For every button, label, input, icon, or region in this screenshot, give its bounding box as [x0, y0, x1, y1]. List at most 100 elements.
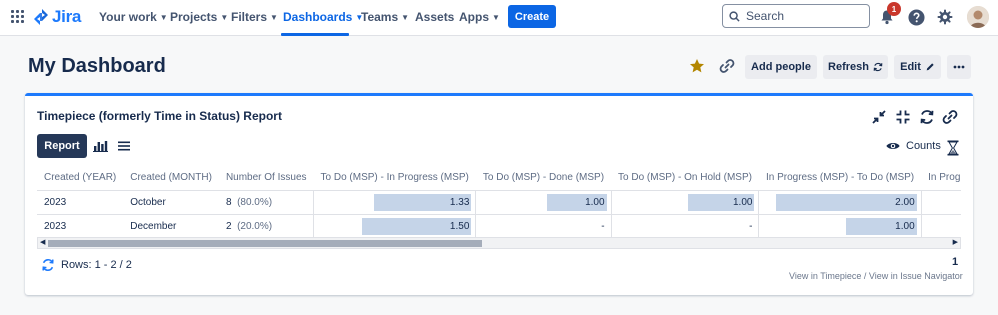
search-icon [729, 10, 740, 22]
star-icon[interactable] [689, 58, 705, 74]
column-header[interactable]: To Do (MSP) - In Progress (MSP) [313, 166, 476, 191]
jira-logo-icon [34, 9, 48, 25]
issue-count: 8 [225, 196, 232, 208]
duration-cell[interactable] [920, 190, 961, 215]
search-input[interactable] [746, 9, 856, 23]
year-cell: 2023 [37, 214, 124, 239]
minimize-icon[interactable] [871, 109, 887, 125]
year-cell: 2023 [37, 190, 124, 215]
duration-cell[interactable]: 1.00 [475, 190, 612, 215]
nav-filters[interactable]: Filters ▼ [231, 10, 278, 24]
list-view-button[interactable] [113, 134, 135, 158]
more-options-button[interactable] [947, 55, 971, 79]
nav-apps-label: Apps [459, 10, 489, 24]
gadget-refresh-icon[interactable] [919, 109, 935, 125]
nav-teams-label: Teams [361, 10, 399, 24]
chevron-down-icon: ▼ [270, 13, 278, 22]
gadget-link-icon[interactable] [942, 109, 958, 125]
footer-links: View in Timepiece / View in Issue Naviga… [789, 271, 963, 281]
table-header-row: Created (YEAR) Created (MONTH) Number Of… [37, 166, 961, 191]
view-in-timepiece-link[interactable]: View in Timepiece [789, 271, 861, 281]
nav-your-work-label: Your work [99, 10, 157, 24]
duration-value: 1.00 [585, 196, 605, 208]
add-people-button[interactable]: Add people [745, 55, 817, 79]
create-button[interactable]: Create [508, 5, 556, 28]
month-cell: October [123, 190, 219, 215]
reload-icon[interactable] [41, 258, 55, 272]
issue-count-cell[interactable]: 8 (80.0%) [218, 190, 314, 215]
page-number[interactable]: 1 [952, 256, 958, 268]
nav-assets[interactable]: Assets [415, 10, 454, 24]
duration-cell[interactable]: 1.00 [610, 190, 759, 215]
gadget-title: Timepiece (formerly Time in Status) Repo… [37, 109, 282, 123]
search-box[interactable] [722, 4, 870, 28]
duration-cell[interactable]: - [610, 214, 759, 239]
jira-logo-text: Jira [52, 7, 82, 26]
refresh-button[interactable]: Refresh [823, 55, 888, 79]
duration-cell[interactable]: 1.50 [313, 214, 476, 239]
column-header[interactable]: In Progre [921, 166, 961, 191]
chart-view-button[interactable] [89, 134, 111, 158]
report-table: Created (YEAR) Created (MONTH) Number Of… [37, 166, 961, 240]
chevron-down-icon: ▼ [492, 13, 500, 22]
duration-value: - [601, 220, 605, 232]
settings-gear-icon[interactable] [935, 7, 955, 27]
duration-value: 1.33 [449, 196, 470, 208]
bar-chart-icon [92, 141, 108, 152]
rows-count-text: Rows: 1 - 2 / 2 [61, 259, 132, 271]
horizontal-scrollbar[interactable]: ◀ ▶ [37, 237, 961, 249]
app-switcher-icon[interactable] [11, 10, 25, 24]
chevron-down-icon: ▼ [159, 13, 168, 22]
add-people-label: Add people [751, 61, 811, 73]
notification-count-badge: 1 [887, 2, 901, 16]
nav-projects-label: Projects [170, 10, 218, 24]
column-header[interactable]: Number Of Issues [218, 166, 314, 191]
issue-percent: (80.0%) [237, 196, 273, 208]
edit-button[interactable]: Edit [894, 55, 941, 79]
chevron-down-icon: ▼ [401, 13, 410, 22]
duration-cell[interactable]: 2.00 [758, 190, 922, 215]
jira-logo[interactable]: Jira [33, 7, 81, 27]
scroll-right-arrow-icon[interactable]: ▶ [953, 238, 958, 248]
duration-cell[interactable]: - [475, 214, 612, 239]
nav-dashboards-label: Dashboards [283, 10, 353, 24]
month-cell: December [123, 214, 219, 239]
user-avatar[interactable] [967, 6, 989, 28]
nav-dashboards[interactable]: Dashboards ▼ [283, 10, 363, 24]
duration-cell[interactable] [920, 214, 961, 239]
duration-value: - [749, 220, 753, 232]
hourglass-icon[interactable] [947, 140, 959, 156]
nav-teams[interactable]: Teams ▼ [361, 10, 409, 24]
eye-icon [886, 143, 900, 149]
footer-link-separator: / [863, 271, 867, 281]
nav-your-work[interactable]: Your work ▼ [99, 10, 168, 24]
view-in-issue-navigator-link[interactable]: View in Issue Navigator [869, 271, 963, 281]
duration-value: 1.50 [449, 220, 470, 232]
copy-link-icon[interactable] [719, 58, 735, 74]
issue-count-cell[interactable]: 2 (20.0%) [218, 214, 314, 239]
column-header[interactable]: In Progress (MSP) - To Do (MSP) [758, 166, 922, 191]
duration-value: 1.00 [732, 196, 753, 208]
column-header[interactable]: To Do (MSP) - On Hold (MSP) [611, 166, 759, 191]
page-title: My Dashboard [28, 55, 166, 77]
user-avatar-icon [967, 6, 989, 28]
scroll-left-arrow-icon[interactable]: ◀ [40, 238, 45, 248]
refresh-icon [873, 62, 883, 72]
duration-cell[interactable]: 1.00 [758, 214, 922, 239]
counts-toggle[interactable]: Counts [886, 140, 941, 152]
scrollbar-thumb[interactable] [48, 240, 482, 247]
nav-projects[interactable]: Projects ▼ [170, 10, 228, 24]
help-icon[interactable] [906, 7, 926, 27]
list-icon [118, 141, 130, 151]
report-view-button[interactable]: Report [37, 134, 87, 158]
duration-cell[interactable]: 1.33 [313, 190, 476, 215]
column-header[interactable]: To Do (MSP) - Done (MSP) [475, 166, 612, 191]
pencil-icon [926, 63, 934, 71]
nav-apps[interactable]: Apps ▼ [459, 10, 500, 24]
issue-count: 2 [225, 220, 232, 232]
counts-label: Counts [906, 140, 941, 152]
column-header[interactable]: Created (MONTH) [123, 166, 219, 191]
nav-filters-label: Filters [231, 10, 268, 24]
collapse-icon[interactable] [895, 109, 911, 125]
column-header[interactable]: Created (YEAR) [37, 166, 124, 191]
